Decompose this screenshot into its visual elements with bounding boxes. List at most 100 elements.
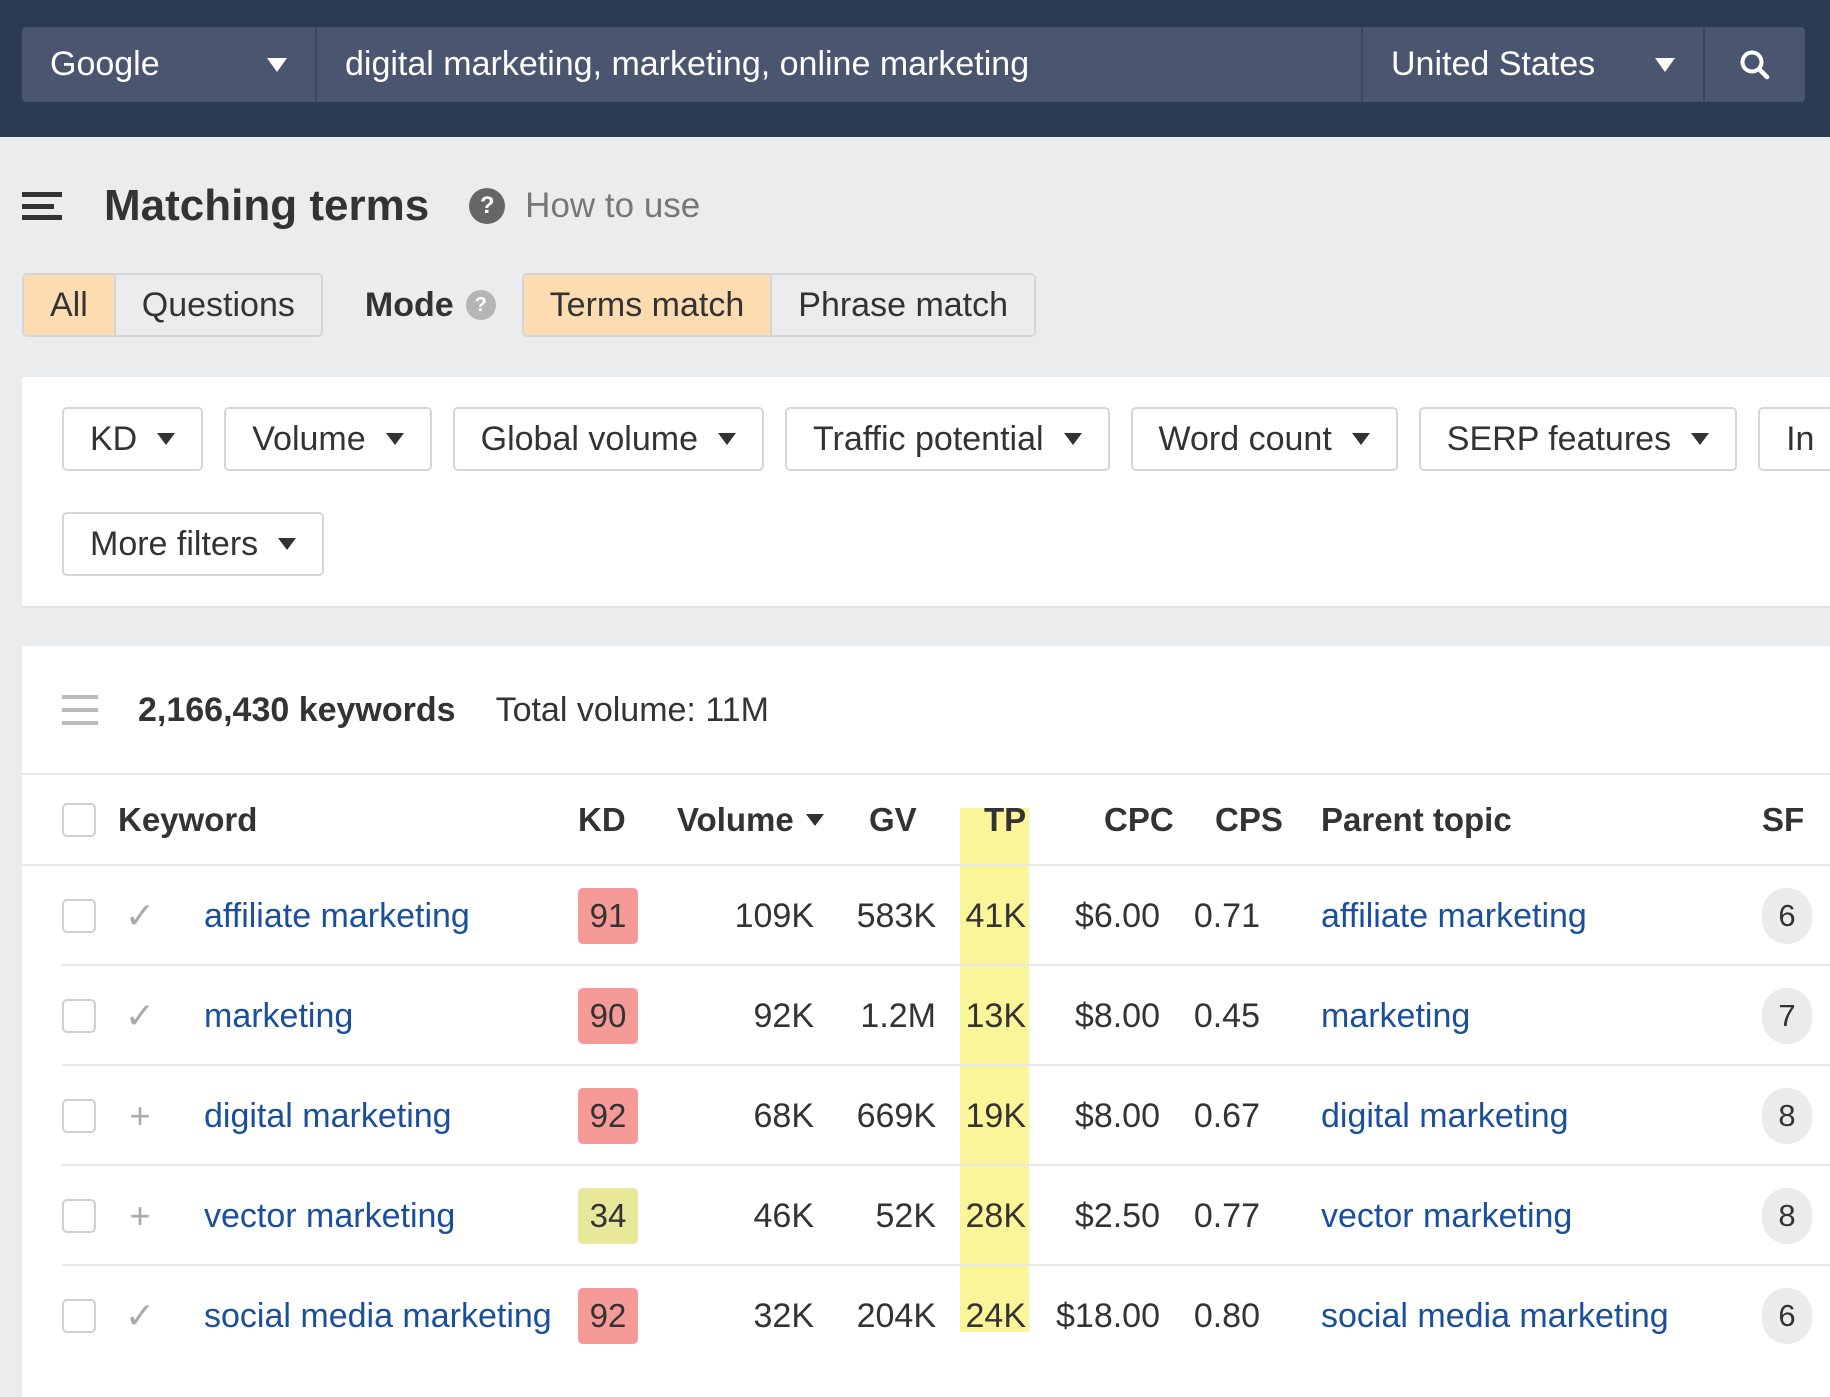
- filter-label: Word count: [1158, 419, 1332, 458]
- match-mode-toggle: Terms match Phrase match: [521, 273, 1037, 337]
- question-circle-icon[interactable]: ?: [469, 188, 506, 224]
- plus-icon[interactable]: +: [120, 1166, 160, 1266]
- filter-label: Volume: [252, 419, 366, 458]
- page-title: Matching terms: [104, 181, 430, 230]
- how-to-use-link[interactable]: How to use: [525, 186, 700, 226]
- more-filters-button[interactable]: More filters: [62, 512, 325, 576]
- kd-badge: 90: [578, 988, 638, 1044]
- col-cps[interactable]: CPS: [1215, 774, 1283, 866]
- check-icon[interactable]: ✓: [120, 1266, 160, 1366]
- sf-cell: 8: [1762, 1066, 1812, 1166]
- col-volume-label: Volume: [677, 801, 794, 838]
- row-checkbox[interactable]: [62, 1266, 96, 1366]
- cps-cell: 0.77: [1193, 1196, 1260, 1235]
- keyword-link[interactable]: marketing: [204, 994, 353, 1038]
- volume-cell: 46K: [753, 1196, 815, 1235]
- chevron-down-icon: [385, 433, 404, 445]
- tab-all[interactable]: All: [24, 275, 114, 335]
- keyword-link[interactable]: affiliate marketing: [204, 894, 470, 938]
- keyword-link[interactable]: vector marketing: [204, 1194, 455, 1238]
- check-icon[interactable]: ✓: [120, 966, 160, 1066]
- filter-panel: KD Volume Global volume Traffic potentia…: [22, 377, 1830, 608]
- search-bar: Google digital marketing, marketing, onl…: [22, 27, 1805, 102]
- search-engine-select[interactable]: Google: [22, 27, 317, 102]
- parent-topic-link[interactable]: marketing: [1321, 994, 1470, 1038]
- keyword-cell: digital marketing: [204, 1066, 564, 1166]
- kd-badge: 92: [578, 1088, 638, 1144]
- col-cpc[interactable]: CPC: [1104, 774, 1174, 866]
- sf-badge[interactable]: 6: [1762, 1288, 1812, 1344]
- gv-cell: 669K: [856, 1096, 936, 1135]
- parent-topic-link[interactable]: digital marketing: [1321, 1094, 1569, 1138]
- row-checkbox[interactable]: [62, 966, 96, 1066]
- volume-cell: 109K: [734, 896, 814, 935]
- parent-topic-cell: social media marketing: [1321, 1266, 1741, 1366]
- kd-cell: 34: [578, 1166, 638, 1266]
- col-kd[interactable]: KD: [578, 774, 626, 866]
- parent-topic-link[interactable]: social media marketing: [1321, 1294, 1669, 1338]
- select-all-checkbox[interactable]: [62, 774, 96, 866]
- keyword-type-toggle: All Questions: [22, 273, 323, 337]
- chevron-down-icon: [717, 433, 736, 445]
- check-icon[interactable]: ✓: [120, 866, 160, 966]
- parent-topic-link[interactable]: vector marketing: [1321, 1194, 1572, 1238]
- kd-cell: 92: [578, 1066, 638, 1166]
- kd-badge: 91: [578, 888, 638, 944]
- kd-badge: 92: [578, 1288, 638, 1344]
- cpc-cell: $8.00: [1074, 1096, 1160, 1135]
- mode-label: Mode: [364, 285, 454, 324]
- table-row: + vector marketing 34 46K 52K 28K $2.50 …: [62, 1166, 1830, 1266]
- filter-kd[interactable]: KD: [62, 407, 204, 471]
- tp-cell: 28K: [965, 1196, 1027, 1235]
- sf-cell: 6: [1762, 866, 1812, 966]
- cpc-cell: $2.50: [1074, 1196, 1160, 1235]
- cps-cell: 0.80: [1193, 1296, 1260, 1335]
- col-volume[interactable]: Volume: [677, 774, 824, 866]
- plus-icon[interactable]: +: [120, 1066, 160, 1166]
- kd-cell: 90: [578, 966, 638, 1066]
- kd-cell: 92: [578, 1266, 638, 1366]
- country-select[interactable]: United States: [1363, 27, 1705, 102]
- filter-volume[interactable]: Volume: [224, 407, 432, 471]
- parent-topic-cell: vector marketing: [1321, 1166, 1741, 1266]
- filter-serp-features[interactable]: SERP features: [1418, 407, 1738, 471]
- row-checkbox[interactable]: [62, 1066, 96, 1166]
- menu-icon[interactable]: [22, 192, 62, 220]
- keyword-link[interactable]: social media marketing: [204, 1294, 552, 1338]
- col-parent-topic[interactable]: Parent topic: [1321, 774, 1512, 866]
- search-button[interactable]: [1705, 27, 1805, 102]
- chevron-down-icon: [157, 433, 176, 445]
- row-checkbox[interactable]: [62, 866, 96, 966]
- chevron-down-icon: [1691, 433, 1710, 445]
- filter-include[interactable]: In: [1758, 407, 1830, 471]
- keywords-input[interactable]: digital marketing, marketing, online mar…: [317, 27, 1363, 102]
- tab-questions[interactable]: Questions: [113, 275, 321, 335]
- more-filters-label: More filters: [90, 524, 259, 563]
- row-checkbox[interactable]: [62, 1166, 96, 1266]
- tab-terms-match[interactable]: Terms match: [523, 275, 771, 335]
- tab-phrase-match[interactable]: Phrase match: [770, 275, 1035, 335]
- table-body: ✓ affiliate marketing 91 109K 583K 41K $…: [22, 866, 1830, 1396]
- chevron-down-icon: [267, 57, 287, 72]
- col-sf[interactable]: SF: [1762, 774, 1804, 866]
- table-header: Keyword KD Volume GV TP CPC CPS Parent t…: [22, 774, 1830, 866]
- sf-badge[interactable]: 6: [1762, 888, 1812, 944]
- sf-badge[interactable]: 8: [1762, 1188, 1812, 1244]
- columns-menu-icon[interactable]: [62, 695, 98, 725]
- sf-badge[interactable]: 8: [1762, 1088, 1812, 1144]
- chevron-down-icon: [1351, 433, 1370, 445]
- filter-traffic-potential[interactable]: Traffic potential: [784, 407, 1110, 471]
- filter-word-count[interactable]: Word count: [1130, 407, 1398, 471]
- sf-badge[interactable]: 7: [1762, 988, 1812, 1044]
- gv-cell: 52K: [875, 1196, 937, 1235]
- col-gv[interactable]: GV: [869, 774, 917, 866]
- cpc-cell: $18.00: [1056, 1296, 1160, 1335]
- question-circle-icon[interactable]: ?: [465, 290, 496, 320]
- col-tp[interactable]: TP: [984, 774, 1026, 866]
- parent-topic-link[interactable]: affiliate marketing: [1321, 894, 1587, 938]
- results-panel: 2,166,430 keywords Total volume: 11M Key…: [22, 646, 1830, 1397]
- keyword-link[interactable]: digital marketing: [204, 1094, 452, 1138]
- col-keyword[interactable]: Keyword: [118, 774, 257, 866]
- sf-cell: 8: [1762, 1166, 1812, 1266]
- filter-global-volume[interactable]: Global volume: [452, 407, 764, 471]
